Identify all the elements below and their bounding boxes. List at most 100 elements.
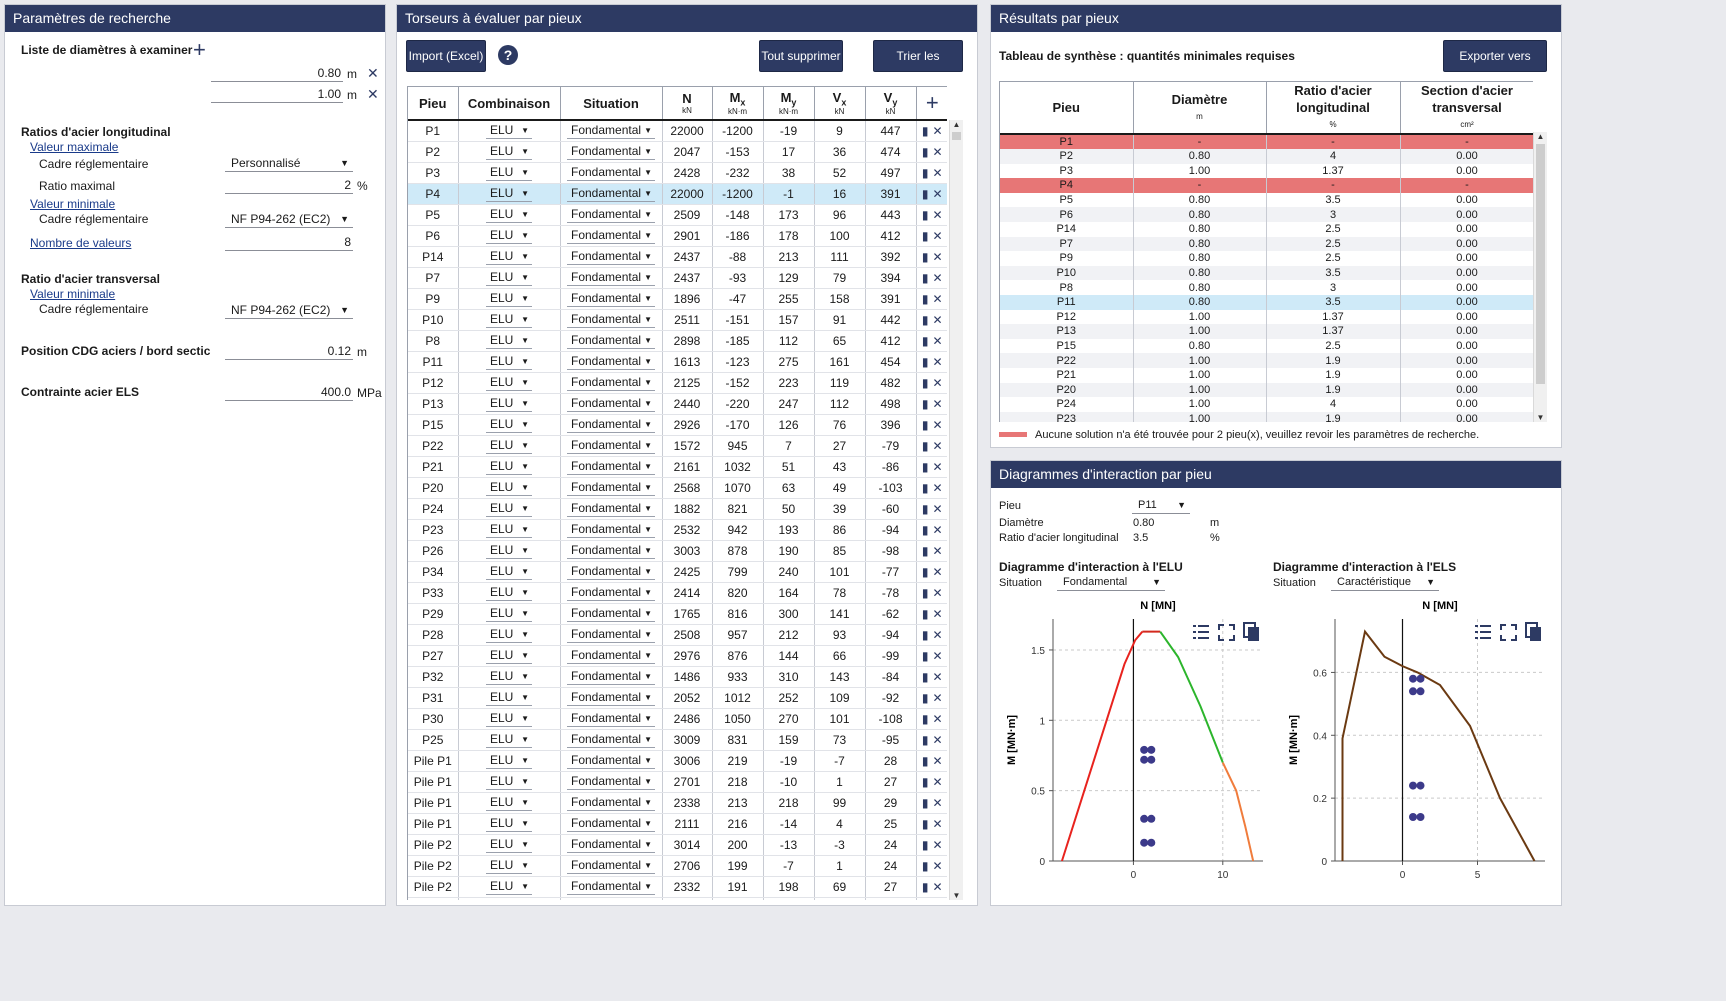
combination-select[interactable]: ELU▼ <box>486 605 532 622</box>
copy-icon[interactable]: ▮ <box>922 670 929 684</box>
copy-icon[interactable]: ▮ <box>922 754 929 768</box>
pile-cell[interactable]: P15 <box>408 414 459 436</box>
copy-icon[interactable]: ▮ <box>922 481 929 495</box>
vx-cell[interactable]: 111 <box>814 246 866 268</box>
delete-icon[interactable]: ✕ <box>933 628 943 642</box>
delete-icon[interactable]: ✕ <box>933 817 943 831</box>
mx-cell[interactable]: 878 <box>712 540 764 562</box>
pile-cell[interactable]: P20 <box>408 477 459 499</box>
max-value-link[interactable]: Valeur maximale <box>30 140 118 154</box>
table-row[interactable]: P4 ELU ▼ Fondamental ▼ 22000 -1200 -1 16 391 ▮ ✕ <box>408 183 947 205</box>
min-frame-select[interactable]: NF P94-262 (EC2) ▼ <box>225 211 353 228</box>
mx-cell[interactable]: 199 <box>712 855 764 877</box>
n-cell[interactable]: 3014 <box>662 834 713 856</box>
situation-select[interactable]: Fondamental▼ <box>567 311 655 328</box>
copy-icon[interactable]: ▮ <box>922 838 929 852</box>
scroll-down-icon[interactable]: ▼ <box>950 891 963 900</box>
combination-select[interactable]: ELU▼ <box>486 479 532 496</box>
my-cell[interactable]: 218 <box>763 792 815 814</box>
situation-select[interactable]: Fondamental▼ <box>567 416 655 433</box>
mx-cell[interactable]: -185 <box>712 330 764 352</box>
situation-select[interactable]: Fondamental▼ <box>567 773 655 790</box>
trans-min-link[interactable]: Valeur minimale <box>30 287 115 301</box>
combination-select[interactable]: ELU▼ <box>486 710 532 727</box>
copy-icon[interactable]: ▮ <box>922 271 929 285</box>
remove-diameter-icon[interactable]: ✕ <box>367 86 379 103</box>
combination-select[interactable]: ELU▼ <box>486 731 532 748</box>
combination-select[interactable]: ELU▼ <box>486 374 532 391</box>
trans-frame-select[interactable]: NF P94-262 (EC2) ▼ <box>225 302 353 319</box>
my-cell[interactable]: -19 <box>763 750 815 772</box>
my-cell[interactable]: 255 <box>763 288 815 310</box>
mx-cell[interactable]: 219 <box>712 750 764 772</box>
situation-select[interactable]: Fondamental▼ <box>567 647 655 664</box>
table-row[interactable]: P20 ELU ▼ Fondamental ▼ 2568 1070 63 49 -103 ▮ ✕ <box>408 477 947 499</box>
add-row-button[interactable]: + <box>916 87 947 121</box>
mx-cell[interactable]: -148 <box>712 204 764 226</box>
mx-cell[interactable]: 1032 <box>712 456 764 478</box>
copy-icon[interactable]: ▮ <box>922 565 929 579</box>
pile-cell[interactable]: P2 <box>408 141 459 163</box>
pile-cell[interactable]: Pile P1 <box>408 813 459 835</box>
pile-select[interactable]: P11 ▼ <box>1132 498 1190 514</box>
table-row[interactable]: P25 ELU ▼ Fondamental ▼ 3009 831 159 73 -95 ▮ ✕ <box>408 729 947 751</box>
pile-cell[interactable]: P8 <box>408 330 459 352</box>
vx-cell[interactable]: 85 <box>814 540 866 562</box>
copy-icon[interactable] <box>1525 622 1541 641</box>
vy-cell[interactable]: 27 <box>865 771 917 793</box>
delete-icon[interactable]: ✕ <box>933 271 943 285</box>
mx-cell[interactable]: -220 <box>712 393 764 415</box>
my-cell[interactable]: 17 <box>763 141 815 163</box>
pile-cell[interactable]: P27 <box>408 645 459 667</box>
mx-cell[interactable]: -123 <box>712 351 764 373</box>
my-cell[interactable]: -19 <box>763 120 815 142</box>
table-row[interactable]: P5 0.80 3.5 0.00 <box>1000 192 1533 208</box>
situation-select[interactable]: Fondamental▼ <box>567 248 655 265</box>
table-row[interactable]: P22 ELU ▼ Fondamental ▼ 1572 945 7 27 -79 ▮ ✕ <box>408 435 947 457</box>
combination-select[interactable]: ELU▼ <box>486 899 532 900</box>
mx-cell[interactable]: 831 <box>712 729 764 751</box>
mx-cell[interactable]: -93 <box>712 267 764 289</box>
vy-cell[interactable]: -108 <box>865 708 917 730</box>
copy-icon[interactable]: ▮ <box>922 418 929 432</box>
n-cell[interactable]: 22000 <box>662 183 713 205</box>
vy-cell[interactable]: -84 <box>865 666 917 688</box>
table-row[interactable]: P9 ELU ▼ Fondamental ▼ 1896 -47 255 158 391 ▮ ✕ <box>408 288 947 310</box>
remove-diameter-icon[interactable]: ✕ <box>367 65 379 82</box>
table-row[interactable]: Pile P1 ELU ▼ Fondamental ▼ 2701 218 -10 1 27 ▮ ✕ <box>408 771 947 793</box>
vy-cell[interactable]: 447 <box>865 120 917 142</box>
vx-cell[interactable]: 36 <box>814 141 866 163</box>
copy-icon[interactable]: ▮ <box>922 187 929 201</box>
situation-select[interactable]: Fondamental▼ <box>567 143 655 160</box>
pile-cell[interactable]: P13 <box>408 393 459 415</box>
n-cell[interactable]: 1613 <box>662 351 713 373</box>
copy-icon[interactable]: ▮ <box>922 649 929 663</box>
n-cell[interactable]: 2414 <box>662 582 713 604</box>
delete-icon[interactable]: ✕ <box>933 145 943 159</box>
combination-select[interactable]: ELU▼ <box>486 626 532 643</box>
table-row[interactable]: Pile P1 ELU ▼ Fondamental ▼ 2111 216 -14 4 25 ▮ ✕ <box>408 813 947 835</box>
situation-select[interactable]: Fondamental▼ <box>567 458 655 475</box>
table-row[interactable]: P5 ELU ▼ Fondamental ▼ 2509 -148 173 96 443 ▮ ✕ <box>408 204 947 226</box>
n-cell[interactable]: 1572 <box>662 435 713 457</box>
table-row[interactable]: P7 ELU ▼ Fondamental ▼ 2437 -93 129 79 394 ▮ ✕ <box>408 267 947 289</box>
mx-cell[interactable]: 933 <box>712 666 764 688</box>
pile-cell[interactable]: P1 <box>408 120 459 142</box>
table-row[interactable]: P10 0.80 3.5 0.00 <box>1000 265 1533 281</box>
table-row[interactable]: P12 ELU ▼ Fondamental ▼ 2125 -152 223 119 482 ▮ ✕ <box>408 372 947 394</box>
mx-cell[interactable]: -1200 <box>712 183 764 205</box>
my-cell[interactable]: 129 <box>763 267 815 289</box>
n-cell[interactable]: 2898 <box>662 330 713 352</box>
copy-icon[interactable]: ▮ <box>922 355 929 369</box>
combination-select[interactable]: ELU▼ <box>486 563 532 580</box>
n-cell[interactable]: 2508 <box>662 624 713 646</box>
delete-icon[interactable]: ✕ <box>933 187 943 201</box>
my-cell[interactable]: 63 <box>763 477 815 499</box>
mx-cell[interactable]: 816 <box>712 603 764 625</box>
situation-select[interactable]: Fondamental▼ <box>567 836 655 853</box>
vy-cell[interactable]: 412 <box>865 330 917 352</box>
situation-select[interactable]: Fondamental▼ <box>567 563 655 580</box>
vy-cell[interactable]: 25 <box>865 813 917 835</box>
my-cell[interactable]: -13 <box>763 897 815 900</box>
delete-icon[interactable]: ✕ <box>933 208 943 222</box>
